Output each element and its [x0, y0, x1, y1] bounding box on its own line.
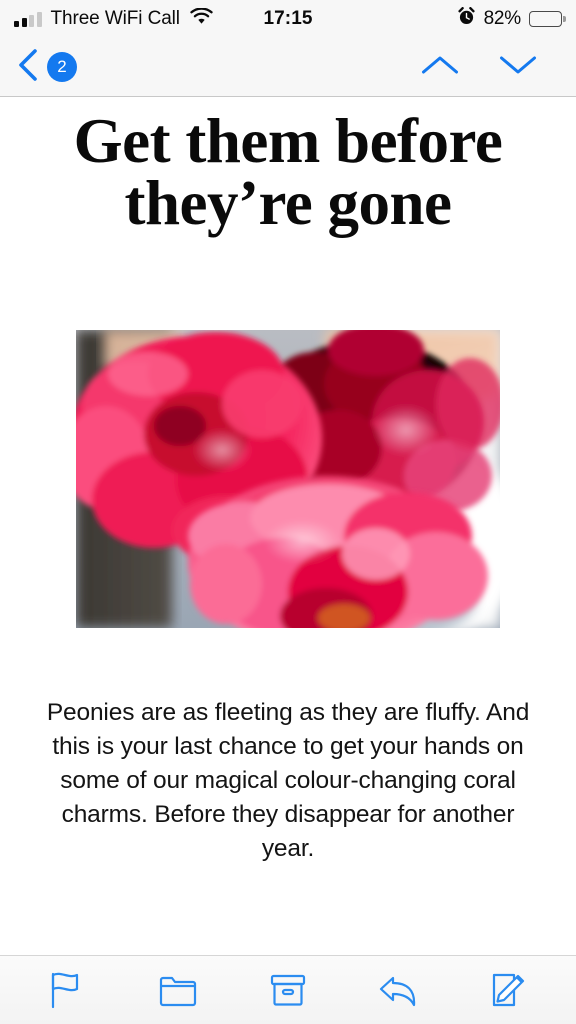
carrier-label: Three WiFi Call [50, 8, 181, 29]
hero-image-container [0, 330, 576, 629]
cellular-signal-icon [14, 11, 42, 27]
reply-button[interactable] [361, 962, 435, 1018]
wifi-icon [190, 7, 213, 30]
chevron-up-icon[interactable] [420, 53, 460, 82]
status-bar-left: Three WiFi Call [14, 7, 213, 30]
message-navigation-group [420, 53, 560, 82]
status-bar-right: 82% [457, 6, 562, 31]
move-to-folder-button[interactable] [141, 962, 215, 1018]
flag-icon [50, 971, 84, 1009]
back-button[interactable]: 2 [16, 48, 77, 87]
message-toolbar [0, 955, 576, 1024]
archive-button[interactable] [251, 962, 325, 1018]
reply-icon [378, 973, 418, 1007]
email-headline: Get them before they’re gone [73, 106, 503, 238]
folder-icon [159, 973, 197, 1007]
alarm-clock-icon [457, 6, 476, 31]
chevron-down-icon[interactable] [498, 53, 538, 82]
flag-button[interactable] [30, 962, 104, 1018]
message-content[interactable]: Get them before they’re gone Peonies are… [0, 97, 576, 955]
navigation-bar: 2 [0, 38, 576, 97]
status-bar: Three WiFi Call 17:15 82% [0, 0, 576, 38]
battery-percent-label: 82% [483, 8, 522, 29]
archive-icon [270, 973, 306, 1007]
unread-count-badge: 2 [47, 52, 77, 82]
email-message-screen: Three WiFi Call 17:15 82% 2 Get them bef… [0, 0, 576, 1024]
peonies-photo [76, 330, 500, 629]
compose-icon [491, 972, 527, 1008]
email-body-text: Peonies are as fleeting as they are fluf… [46, 699, 530, 862]
chevron-left-icon [16, 48, 39, 87]
compose-button[interactable] [472, 962, 546, 1018]
battery-icon [529, 11, 562, 27]
